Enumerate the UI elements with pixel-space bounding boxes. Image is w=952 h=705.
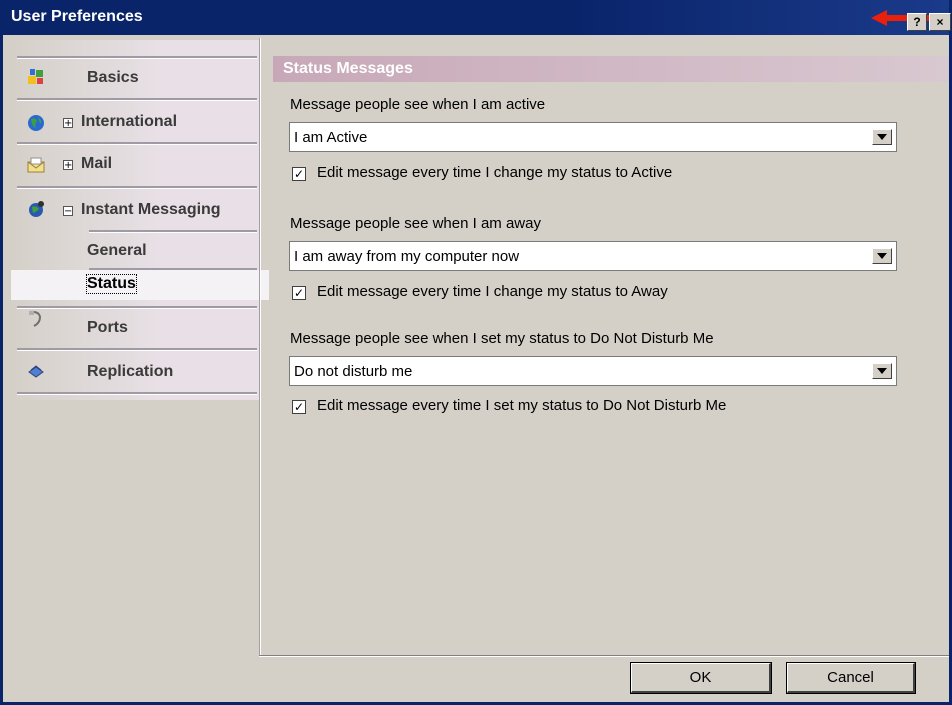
away-message-value: I am away from my computer now xyxy=(294,248,520,265)
dnd-message-label: Message people see when I set my status … xyxy=(290,330,714,347)
footer-divider-highlight xyxy=(259,656,949,657)
edit-dnd-checkbox-label[interactable]: Edit message every time I set my status … xyxy=(317,397,726,414)
active-message-label: Message people see when I am active xyxy=(290,96,546,113)
sidebar-subitem-general[interactable]: General xyxy=(87,242,147,260)
dnd-message-select[interactable]: Do not disturb me xyxy=(289,356,897,386)
section-header: Status Messages xyxy=(273,56,949,82)
user-preferences-dialog: User Preferences ? × Basics + Internatio… xyxy=(0,0,952,705)
expand-icon[interactable]: + xyxy=(63,118,73,129)
replication-icon xyxy=(28,365,44,378)
sidebar-item-label: International xyxy=(81,113,178,130)
cancel-button[interactable]: Cancel xyxy=(786,662,916,694)
chevron-down-icon[interactable] xyxy=(872,129,892,145)
edit-away-checkbox[interactable]: ✓ xyxy=(292,286,306,300)
preferences-sidebar: Basics + International + Mail − Instant … xyxy=(11,40,269,680)
sidebar-separator xyxy=(89,230,257,233)
sidebar-item-instant-messaging[interactable]: − Instant Messaging xyxy=(11,190,251,230)
mail-icon xyxy=(27,157,45,173)
instant-messaging-icon xyxy=(29,201,44,217)
close-button[interactable]: × xyxy=(929,13,951,31)
sidebar-separator xyxy=(17,98,257,101)
ok-button[interactable]: OK xyxy=(630,662,772,694)
active-message-select[interactable]: I am Active xyxy=(289,122,897,152)
sidebar-separator xyxy=(17,186,257,189)
sidebar-subitem-status-selected[interactable]: Status xyxy=(11,270,269,300)
window-title: User Preferences xyxy=(11,8,143,25)
away-message-label: Message people see when I am away xyxy=(290,215,541,232)
help-button[interactable]: ? xyxy=(907,13,927,31)
edit-active-checkbox-label[interactable]: Edit message every time I change my stat… xyxy=(317,164,672,181)
sidebar-item-label: Mail xyxy=(81,155,113,172)
expand-icon[interactable]: + xyxy=(63,160,73,171)
sidebar-item-basics[interactable]: Basics xyxy=(11,58,251,98)
sidebar-item-label: Ports xyxy=(87,319,128,336)
sidebar-separator xyxy=(17,142,257,145)
sidebar-item-label: Instant Messaging xyxy=(81,201,221,218)
sidebar-item-label: Basics xyxy=(87,69,139,86)
globe-icon xyxy=(28,115,44,131)
sidebar-separator xyxy=(17,392,257,395)
active-message-value: I am Active xyxy=(294,129,368,146)
away-message-select[interactable]: I am away from my computer now xyxy=(289,241,897,271)
collapse-icon[interactable]: − xyxy=(63,206,73,217)
edit-active-checkbox[interactable]: ✓ xyxy=(292,167,306,181)
sidebar-item-international[interactable]: + International xyxy=(11,102,251,142)
panel-divider-highlight xyxy=(260,38,261,656)
edit-away-checkbox-label[interactable]: Edit message every time I change my stat… xyxy=(317,283,668,300)
sidebar-item-mail[interactable]: + Mail xyxy=(11,146,251,186)
chevron-down-icon[interactable] xyxy=(872,248,892,264)
sidebar-subitem-status: Status xyxy=(86,274,137,294)
chevron-down-icon[interactable] xyxy=(872,363,892,379)
basics-icon xyxy=(28,69,43,84)
sidebar-item-label: Replication xyxy=(87,363,174,380)
title-bar[interactable]: User Preferences ? × xyxy=(3,0,951,35)
edit-dnd-checkbox[interactable]: ✓ xyxy=(292,400,306,414)
sidebar-item-replication[interactable]: Replication xyxy=(11,352,251,392)
sidebar-item-ports[interactable]: Ports xyxy=(11,308,251,348)
ports-icon xyxy=(29,310,42,327)
dnd-message-value: Do not disturb me xyxy=(294,363,413,380)
sidebar-separator xyxy=(17,348,257,351)
